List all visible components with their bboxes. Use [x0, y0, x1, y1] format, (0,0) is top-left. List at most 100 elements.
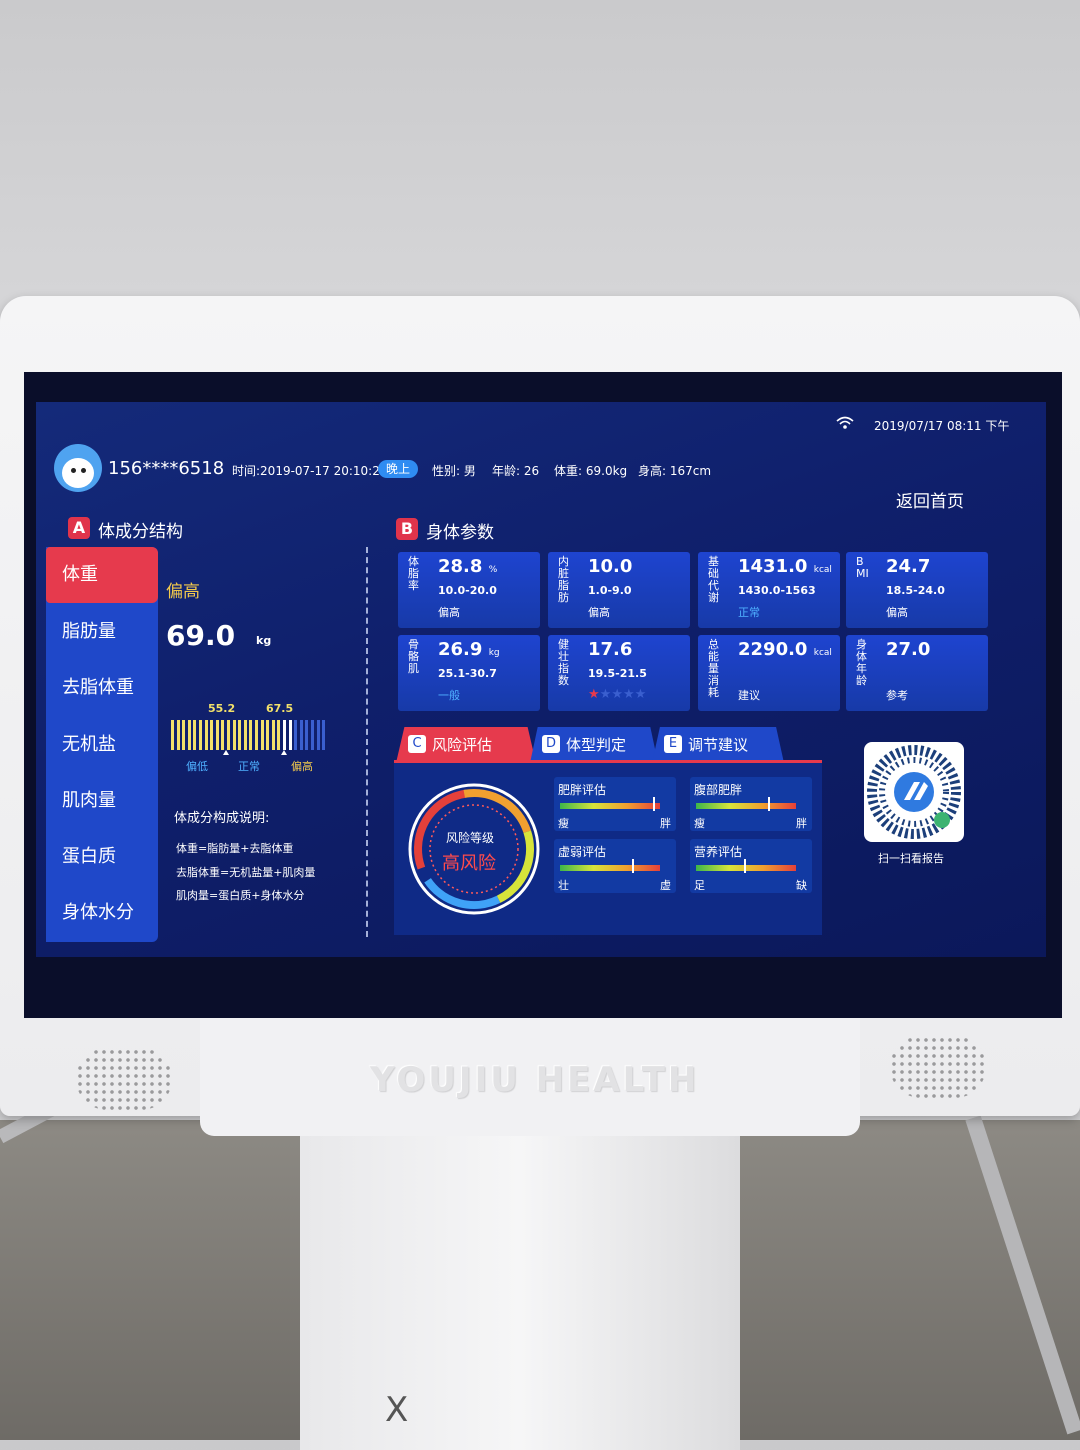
- card-range: 25.1-30.7: [438, 667, 497, 680]
- card-unit: kcal: [813, 648, 832, 658]
- nav-item-muscle[interactable]: 肌肉量: [46, 773, 158, 829]
- card-label: 骨骼肌: [408, 638, 419, 675]
- scale-label-low: 偏低: [186, 760, 208, 773]
- meter-tick: [316, 720, 320, 750]
- card-fitness-index[interactable]: 健壮指数 17.6 19.5-21.5 ★★★★★: [548, 635, 690, 711]
- range-high: 67.5: [266, 702, 294, 715]
- eval-right-label: 虚: [660, 879, 671, 892]
- tab-letter: C: [408, 735, 426, 753]
- meter-tick: [271, 720, 275, 750]
- star-icon: ★: [622, 687, 635, 702]
- app-ui: 2019/07/17 08:11 下午 156****6518 时间:2019-…: [36, 402, 1046, 957]
- range-low: 55.2: [208, 702, 236, 715]
- user-gender: 性别: 男: [432, 464, 476, 478]
- user-age: 年龄: 26: [492, 464, 540, 478]
- eval-gradient: [560, 865, 660, 871]
- tab-letter: D: [542, 735, 560, 753]
- user-weight: 体重: 69.0kg: [554, 464, 628, 478]
- meter-tick: [243, 720, 247, 750]
- kiosk-stand: [300, 1130, 740, 1450]
- card-range: 1430.0-1563: [738, 584, 816, 597]
- section-b-title: 身体参数: [426, 523, 494, 543]
- card-range: 18.5-24.0: [886, 584, 945, 597]
- period-tag: 晚上: [378, 460, 418, 478]
- card-body-age[interactable]: 身体年龄 27.0 参考: [846, 635, 988, 711]
- nav-item-fat-mass[interactable]: 脂肪量: [46, 604, 158, 660]
- card-status: 正常: [738, 606, 760, 619]
- meter-tick: [187, 720, 191, 750]
- eval-marker: [744, 859, 746, 873]
- card-value: 26.9 kg: [438, 639, 500, 660]
- meter-tick: [311, 720, 314, 750]
- tab-adjustment-advice[interactable]: E 调节建议: [652, 727, 784, 763]
- meter-tick: [171, 720, 174, 750]
- tab-label: 调节建议: [688, 736, 749, 754]
- weight-range-meter: [171, 720, 331, 755]
- card-body-fat-rate[interactable]: 体脂率 28.8 % 10.0-20.0 偏高: [398, 552, 540, 628]
- card-value: 1431.0 kcal: [738, 556, 832, 577]
- speaker-left: [76, 1048, 172, 1110]
- nav-item-body-water[interactable]: 身体水分: [46, 885, 158, 941]
- meter-tick: [305, 720, 309, 750]
- risk-panel: 风险等级 高风险 肥胖评估 瘦 胖 腹部肥胖 瘦 胖 虚弱评估 壮 虚 营养评估: [394, 760, 822, 935]
- eval-title: 营养评估: [694, 845, 743, 859]
- card-total-energy[interactable]: 总能量消耗 2290.0 kcal 建议: [698, 635, 840, 711]
- risk-gauge-title: 风险等级: [446, 831, 495, 845]
- eval-marker: [653, 797, 655, 811]
- card-value: 28.8 %: [438, 556, 498, 577]
- card-status: 偏高: [588, 606, 610, 619]
- nav-item-minerals[interactable]: 无机盐: [46, 717, 158, 773]
- nav-item-weight[interactable]: 体重: [46, 547, 158, 603]
- tab-label: 风险评估: [432, 736, 493, 754]
- card-status: 偏高: [886, 606, 908, 619]
- card-visceral-fat[interactable]: 内脏脂肪 10.0 1.0-9.0 偏高: [548, 552, 690, 628]
- card-basal-metabolism[interactable]: 基础代谢 1431.0 kcal 1430.0-1563 正常: [698, 552, 840, 628]
- eval-title: 腹部肥胖: [694, 783, 743, 797]
- eval-marker: [632, 859, 634, 873]
- meter-tick: [299, 720, 303, 750]
- card-status: 一般: [438, 689, 460, 702]
- eval-frailty: 虚弱评估 壮 虚: [554, 839, 676, 893]
- star-icon: ★: [634, 687, 647, 702]
- eval-title: 肥胖评估: [558, 783, 607, 797]
- card-label: 健壮指数: [558, 638, 569, 687]
- home-button[interactable]: 返回首页: [896, 487, 964, 512]
- meter-tick: [210, 720, 214, 750]
- meter-tick: [232, 720, 236, 750]
- meter-tick: [193, 720, 197, 750]
- section-divider: [366, 547, 368, 937]
- eval-right-label: 缺: [796, 879, 807, 892]
- eval-gradient: [696, 865, 796, 871]
- card-label: 总能量消耗: [708, 638, 719, 699]
- meter-tick: [283, 720, 286, 750]
- eval-nutrition: 营养评估 足 缺: [690, 839, 812, 893]
- weight-unit: kg: [256, 634, 272, 647]
- scale-label-high: 偏高: [291, 760, 313, 773]
- report-qr-code[interactable]: [864, 742, 964, 842]
- explain-line: 体重=脂肪量+去脂体重: [176, 842, 294, 855]
- meter-tick: [255, 720, 258, 750]
- meter-tick: [260, 720, 264, 750]
- tab-body-type[interactable]: D 体型判定: [530, 727, 658, 763]
- tab-risk-assessment[interactable]: C 风险评估: [396, 727, 536, 763]
- eval-obesity: 肥胖评估 瘦 胖: [554, 777, 676, 831]
- eval-title: 虚弱评估: [558, 845, 607, 859]
- card-status: 建议: [738, 689, 760, 702]
- eval-abdominal: 腹部肥胖 瘦 胖: [690, 777, 812, 831]
- nav-item-lean-mass[interactable]: 去脂体重: [46, 660, 158, 716]
- body-composition-nav: 体重 脂肪量 去脂体重 无机盐 肌肉量 蛋白质 身体水分: [46, 547, 158, 942]
- card-status: 偏高: [438, 606, 460, 619]
- card-range: 10.0-20.0: [438, 584, 497, 597]
- weight-status: 偏高: [166, 582, 200, 602]
- user-phone: 156****6518: [108, 458, 225, 479]
- scale-label-normal: 正常: [238, 760, 260, 773]
- measure-time: 时间:2019-07-17 20:10:23: [232, 464, 388, 478]
- range-marker-icon: [223, 750, 229, 755]
- card-skeletal-muscle[interactable]: 骨骼肌 26.9 kg 25.1-30.7 一般: [398, 635, 540, 711]
- range-marker-icon: [281, 750, 287, 755]
- nav-item-protein[interactable]: 蛋白质: [46, 829, 158, 885]
- card-value: 17.6: [588, 639, 633, 660]
- card-bmi[interactable]: BMI 24.7 18.5-24.0 偏高: [846, 552, 988, 628]
- explain-title: 体成分构成说明:: [174, 811, 270, 826]
- meter-tick: [176, 720, 180, 750]
